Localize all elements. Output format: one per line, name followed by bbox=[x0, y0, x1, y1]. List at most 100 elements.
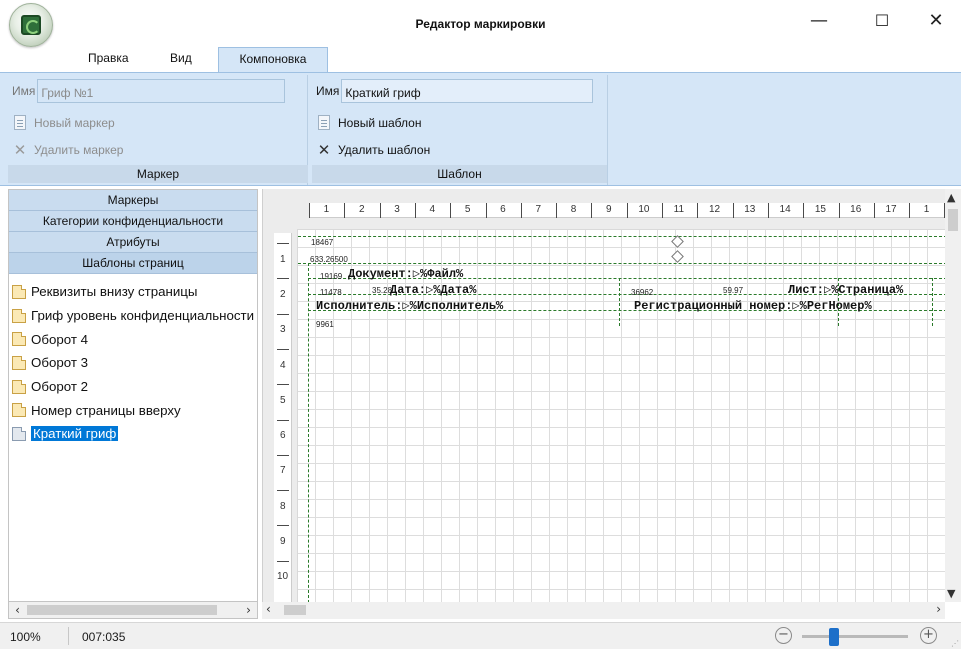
field-reg-number[interactable]: Регистрационный номер:▷%РегНомер% bbox=[634, 298, 872, 313]
category-confidentiality[interactable]: Категории конфиденциальности bbox=[9, 211, 257, 232]
scroll-up-icon[interactable]: ▲ bbox=[947, 191, 955, 204]
cursor-position: 007:035 bbox=[82, 630, 126, 644]
ruler-tick bbox=[732, 203, 734, 218]
ruler-tick bbox=[767, 203, 769, 218]
list-item-label: Гриф уровень конфиденциальности bbox=[31, 308, 255, 324]
ruler-tick bbox=[309, 203, 310, 218]
ruler-tick bbox=[344, 203, 346, 218]
coordinate-note: 18467 bbox=[311, 238, 334, 247]
coordinate-note: 19169 bbox=[320, 272, 343, 281]
tab-edit[interactable]: Правка bbox=[88, 51, 129, 65]
ruler-tick bbox=[556, 203, 558, 218]
ruler-tick bbox=[873, 203, 875, 218]
ruler-tick bbox=[909, 203, 911, 218]
ruler-tick bbox=[626, 203, 628, 218]
coordinate-note: 36962 bbox=[631, 288, 654, 297]
scroll-left-icon[interactable]: ‹ bbox=[10, 603, 25, 618]
list-item-label: Оборот 3 bbox=[31, 355, 89, 371]
template-name-input[interactable] bbox=[341, 79, 594, 103]
coordinate-note: 59.97 bbox=[723, 286, 744, 295]
ruler-tick bbox=[277, 454, 289, 456]
minimize-button[interactable]: — bbox=[802, 10, 836, 34]
scroll-thumb[interactable] bbox=[948, 209, 958, 231]
scroll-left-icon[interactable]: ‹ bbox=[266, 602, 271, 616]
field-page[interactable]: Лист:▷%Страница% bbox=[788, 282, 903, 297]
list-item[interactable]: Реквизиты внизу страницы bbox=[9, 280, 257, 304]
ruler-label: 6 bbox=[280, 430, 286, 442]
zoom-out-button[interactable]: − bbox=[775, 627, 792, 644]
delete-marker-button[interactable]: ✕ Удалить маркер bbox=[12, 140, 124, 160]
ruler-label: 8 bbox=[570, 204, 577, 215]
field-document[interactable]: Документ:▷%Файл% bbox=[348, 266, 463, 281]
ruler-label: 12 bbox=[708, 204, 721, 215]
resize-grip-icon[interactable]: ⋰ bbox=[951, 639, 959, 648]
ruler-tick bbox=[803, 203, 805, 218]
close-button[interactable]: ✕ bbox=[919, 10, 953, 34]
ruler-label: 5 bbox=[280, 394, 286, 406]
scroll-right-icon[interactable]: › bbox=[936, 602, 941, 616]
scroll-thumb[interactable] bbox=[284, 605, 306, 615]
guide-line bbox=[298, 263, 945, 264]
ruler-label: 8 bbox=[280, 500, 286, 512]
ruler-tick bbox=[277, 348, 289, 350]
category-markers[interactable]: Маркеры bbox=[9, 190, 257, 211]
template-list: Реквизиты внизу страницы Гриф уровень ко… bbox=[9, 274, 257, 446]
tab-layout[interactable]: Компоновка bbox=[218, 47, 328, 72]
ruler-label: 2 bbox=[358, 204, 365, 215]
scroll-down-icon[interactable]: ▼ bbox=[947, 587, 955, 600]
ruler-label: 15 bbox=[814, 204, 826, 215]
tab-view[interactable]: Вид bbox=[170, 51, 192, 65]
ruler-label: 4 bbox=[429, 204, 436, 215]
ruler-label: 13 bbox=[744, 204, 756, 215]
canvas-vertical-scrollbar[interactable]: ▲ ▼ bbox=[945, 189, 961, 602]
guide-line bbox=[298, 236, 945, 237]
canvas-horizontal-scrollbar[interactable]: ‹ › bbox=[262, 602, 945, 619]
sidebar-horizontal-scrollbar[interactable]: ‹ › bbox=[8, 602, 258, 619]
scroll-thumb[interactable] bbox=[27, 605, 217, 615]
template-group-title: Шаблон bbox=[312, 165, 607, 183]
field-executor[interactable]: Исполнитель:▷%Исполнитель% bbox=[316, 298, 503, 313]
category-page-templates[interactable]: Шаблоны страниц bbox=[9, 253, 257, 274]
field-date[interactable]: Дата:▷%Дата% bbox=[390, 282, 476, 297]
zoom-slider-thumb[interactable] bbox=[828, 628, 839, 646]
ruler-label: 3 bbox=[394, 204, 400, 215]
list-item[interactable]: Гриф уровень конфиденциальности bbox=[9, 304, 257, 328]
delete-template-label: Удалить шаблон bbox=[338, 143, 431, 157]
template-name-row: Имя bbox=[316, 78, 594, 104]
list-item[interactable]: Оборот 3 bbox=[9, 351, 257, 375]
ruler-tick bbox=[277, 313, 289, 315]
ruler-label: 9 bbox=[606, 204, 612, 215]
new-marker-button[interactable]: Новый маркер bbox=[12, 113, 115, 133]
page-area[interactable]: 18467 633.26500 19169 11478 35.28 36962 … bbox=[297, 229, 945, 602]
layout-canvas[interactable]: 1 2 3 4 5 6 7 8 9 10 11 12 13 14 15 16 17 1 1 2 3 4 5 6 7 8 9 10 1… bbox=[262, 189, 945, 602]
new-template-button[interactable]: Новый шаблон bbox=[316, 113, 421, 133]
ruler-label: 16 bbox=[850, 204, 862, 215]
maximize-button[interactable]: ☐ bbox=[865, 10, 899, 34]
scroll-right-icon[interactable]: › bbox=[241, 603, 256, 618]
delete-template-button[interactable]: ✕ Удалить шаблон bbox=[316, 140, 431, 160]
ribbon: Имя Новый маркер ✕ Удалить маркер Маркер… bbox=[0, 72, 961, 186]
delete-marker-label: Удалить маркер bbox=[34, 143, 124, 157]
ruler-tick bbox=[277, 384, 289, 386]
zoom-in-button[interactable]: + bbox=[920, 627, 937, 644]
divider bbox=[68, 627, 69, 645]
status-bar: 100% 007:035 − + ⋰ bbox=[0, 622, 961, 649]
list-item[interactable]: Оборот 2 bbox=[9, 375, 257, 399]
ruler-label: 4 bbox=[280, 359, 286, 371]
app-logo[interactable] bbox=[9, 3, 53, 47]
ruler-label: 7 bbox=[535, 204, 541, 215]
list-item[interactable]: Оборот 4 bbox=[9, 327, 257, 351]
zoom-slider-track[interactable] bbox=[802, 635, 908, 638]
app-logo-icon bbox=[21, 15, 41, 35]
marker-name-input[interactable] bbox=[37, 79, 286, 103]
template-icon bbox=[12, 284, 26, 299]
ruler-tick bbox=[379, 203, 381, 218]
ruler-tick bbox=[277, 278, 289, 280]
list-item-selected[interactable]: Краткий гриф bbox=[9, 422, 257, 446]
category-attributes[interactable]: Атрибуты bbox=[9, 232, 257, 253]
ruler-label: 10 bbox=[277, 571, 289, 583]
list-item[interactable]: Номер страницы вверху bbox=[9, 398, 257, 422]
ruler-tick bbox=[662, 203, 663, 218]
ruler-tick bbox=[277, 525, 289, 527]
ruler-label: 1 bbox=[923, 204, 930, 215]
